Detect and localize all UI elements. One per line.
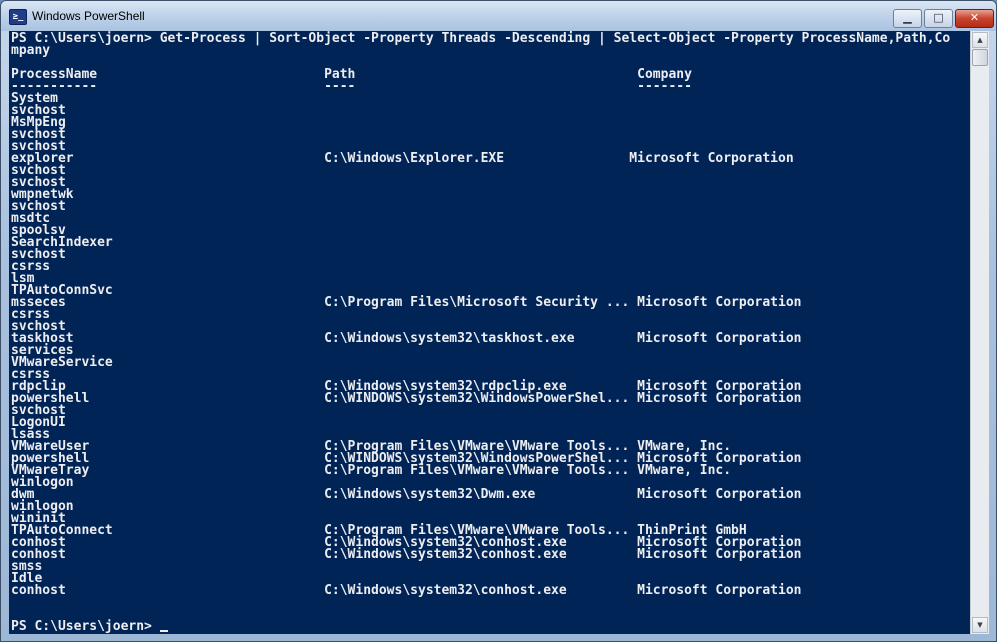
powershell-icon: ≥_: [9, 9, 27, 25]
console-line: explorer C:\Windows\Explorer.EXE Microso…: [11, 151, 794, 166]
console-line: PS C:\Users\joern> Get-Process | Sort-Ob…: [11, 31, 951, 46]
console-line: conhost C:\Windows\system32\conhost.exe …: [11, 547, 802, 562]
console-line: powershell C:\WINDOWS\system32\WindowsPo…: [11, 391, 802, 406]
prompt-text: PS C:\Users\joern>: [11, 619, 160, 634]
prompt-line[interactable]: PS C:\Users\joern>: [11, 619, 168, 634]
console-output[interactable]: PS C:\Users\joern> Get-Process | Sort-Ob…: [9, 31, 970, 634]
console-line: conhost C:\Windows\system32\conhost.exe …: [11, 583, 802, 598]
powershell-window: ≥_ Windows PowerShell ▁ □ ✕ PS C:\Users\…: [0, 0, 997, 642]
console-line: taskhost C:\Windows\system32\taskhost.ex…: [11, 331, 802, 346]
vertical-scrollbar[interactable]: ▲ ▼: [970, 31, 989, 634]
title-bar[interactable]: ≥_ Windows PowerShell ▁ □ ✕: [1, 1, 996, 31]
console-line: VMwareTray C:\Program Files\VMware\VMwar…: [11, 463, 732, 478]
console-line: mpany: [11, 43, 51, 58]
maximize-button[interactable]: □: [924, 9, 953, 28]
console-line: msseces C:\Program Files\Microsoft Secur…: [11, 295, 802, 310]
scroll-down-arrow-icon[interactable]: ▼: [972, 617, 988, 633]
minimize-button[interactable]: ▁: [893, 9, 922, 28]
close-button[interactable]: ✕: [955, 9, 994, 28]
scroll-thumb[interactable]: [972, 49, 988, 66]
console-line: dwm C:\Windows\system32\Dwm.exe Microsof…: [11, 487, 802, 502]
scroll-up-arrow-icon[interactable]: ▲: [972, 32, 988, 48]
console-line: ----------- ---- -------: [11, 79, 692, 94]
text-cursor: [159, 630, 168, 632]
window-title: Windows PowerShell: [32, 9, 145, 23]
